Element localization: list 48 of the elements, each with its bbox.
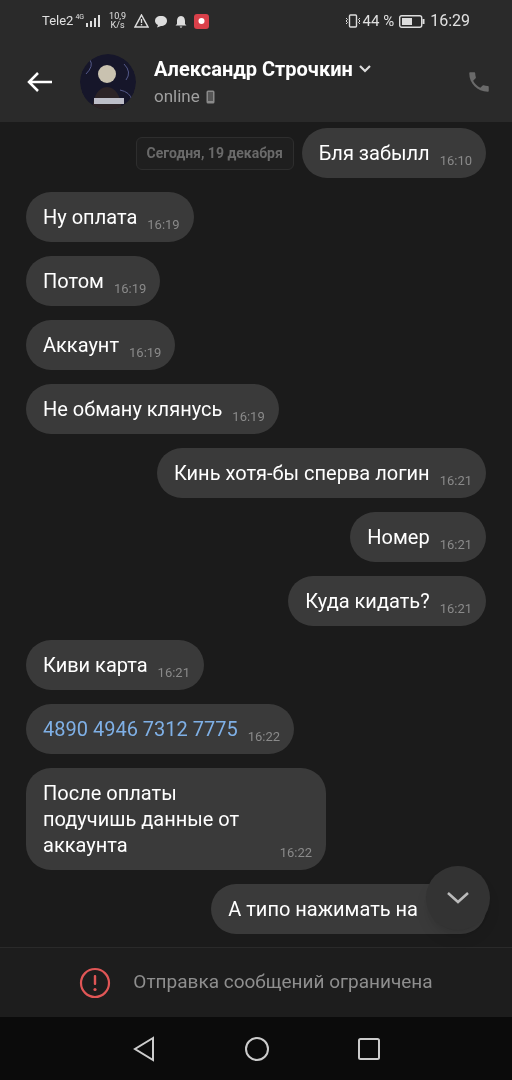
- message-time: 16:19: [147, 215, 180, 234]
- speed-unit: K/s: [110, 21, 125, 30]
- message-text: После оплаты подучишь данные от аккаунта: [43, 780, 241, 858]
- chat-icon: [154, 14, 169, 28]
- restriction-notice: Отправка сообщений ограничена: [133, 969, 433, 996]
- contact-name[interactable]: Александр Строчкин: [154, 54, 353, 85]
- message-time: 16:19: [113, 279, 147, 298]
- recents-nav-icon[interactable]: [358, 1037, 380, 1060]
- chevron-down-icon[interactable]: [357, 64, 372, 75]
- message-time: 16:21: [157, 663, 190, 682]
- message-text: Номер: [367, 524, 430, 550]
- back-nav-icon[interactable]: [132, 1035, 156, 1062]
- message-text: Ну оплата: [43, 204, 138, 230]
- battery-percent: 44 %: [362, 10, 395, 32]
- message-text: Не обману клянусь: [43, 396, 223, 422]
- message-text: Куда кидать?: [305, 588, 430, 614]
- chevron-down-icon[interactable]: [446, 891, 470, 905]
- message-time: 16:10: [439, 151, 472, 170]
- status-time: 16:29: [430, 10, 470, 32]
- date-chip: Сегодня, 19 декабря: [135, 136, 294, 170]
- phone-device-icon: [205, 90, 215, 104]
- card-number-link[interactable]: 4890 4946 7312 7775: [43, 716, 238, 742]
- message-text: Потом: [43, 268, 104, 294]
- back-icon[interactable]: [26, 71, 54, 93]
- message-time: 16:21: [439, 535, 472, 554]
- warning-icon: [134, 14, 150, 28]
- message-time: 16:19: [232, 407, 265, 426]
- message-time: 16:19: [129, 343, 162, 362]
- message-text: Киви карта: [43, 652, 148, 678]
- phone-icon[interactable]: [466, 69, 492, 95]
- alert-icon: [79, 966, 112, 999]
- message-time: 16:21: [439, 599, 472, 618]
- message-text: Кинь хотя-бы сперва логин: [173, 460, 430, 486]
- home-nav-icon[interactable]: [244, 1035, 270, 1062]
- message-time: 16:22: [247, 727, 281, 746]
- presence-status: online: [154, 85, 200, 109]
- message-time: 16:21: [439, 471, 472, 490]
- signal-icon: [85, 15, 102, 27]
- battery-icon: [399, 14, 426, 28]
- message-text: Аккаунт: [43, 332, 119, 358]
- app-icon: [194, 13, 210, 29]
- message-text: Бля забылл: [318, 140, 430, 166]
- vibrate-icon: [343, 14, 362, 28]
- alarm-icon: [174, 14, 189, 28]
- message-text: А типо нажимать на: [228, 896, 418, 922]
- network-speed: 10,9: [109, 12, 127, 21]
- carrier-name: Tele2: [42, 12, 74, 31]
- message-time: 16:22: [279, 843, 312, 862]
